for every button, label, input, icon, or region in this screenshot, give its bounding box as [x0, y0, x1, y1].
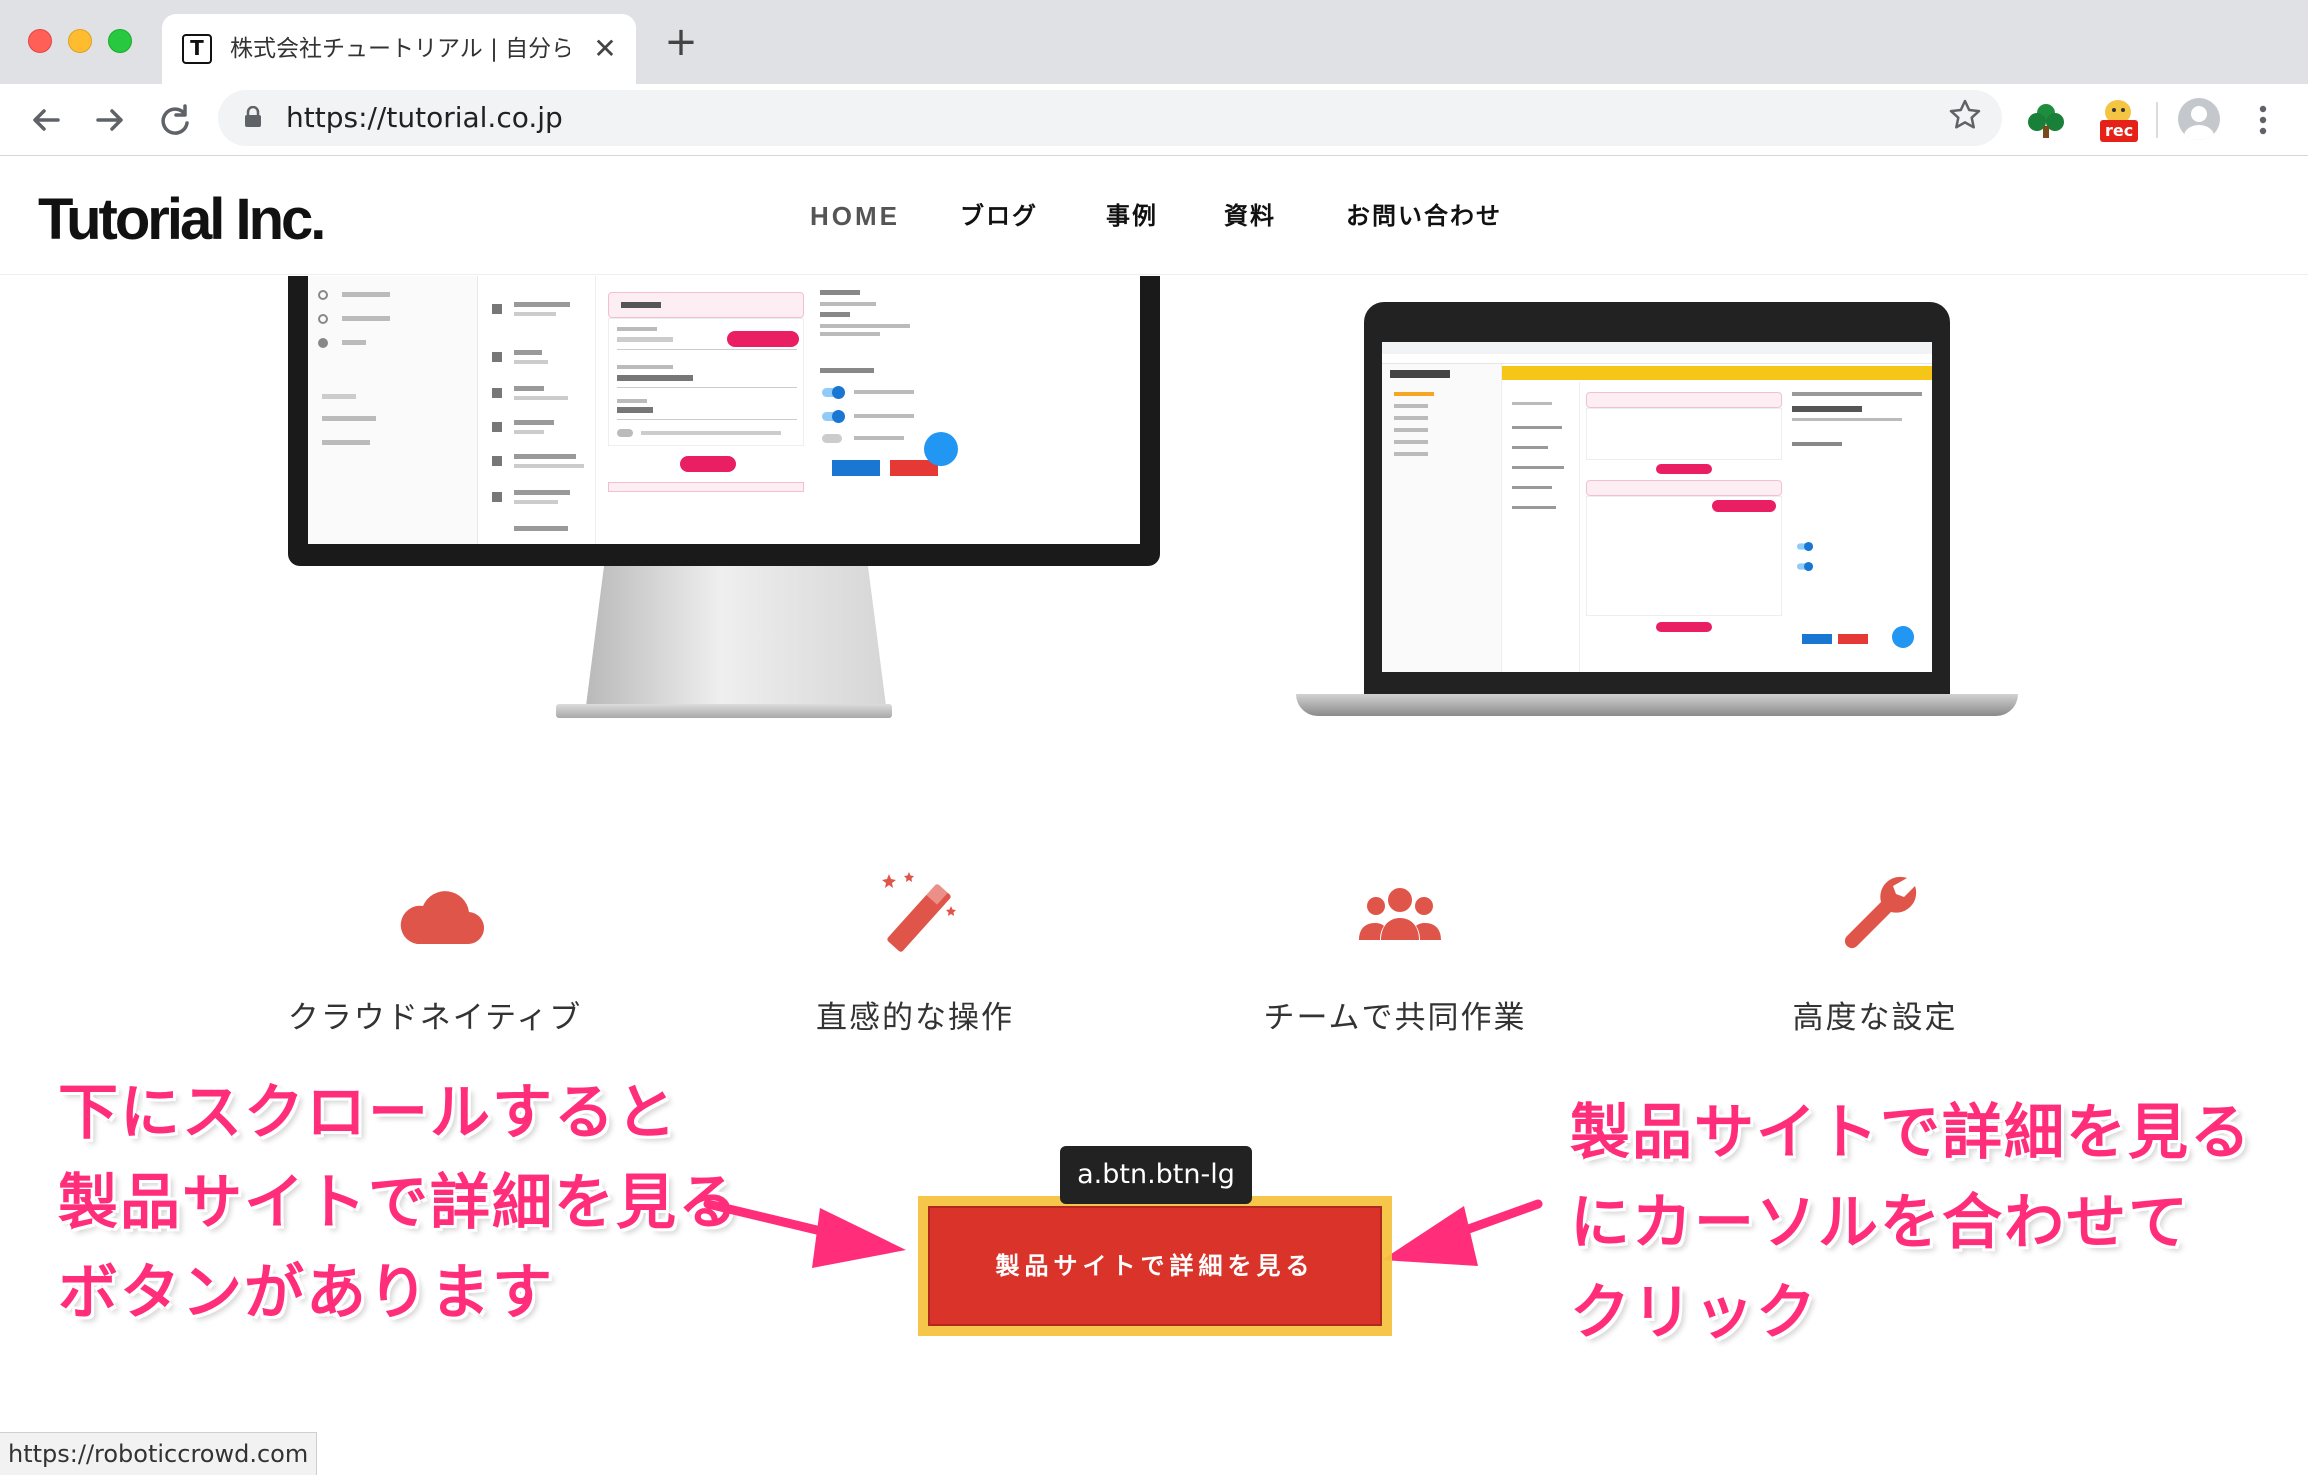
bookmark-star-icon[interactable]	[1948, 98, 1982, 141]
feature-label: 直感的な操作	[816, 1000, 1014, 1036]
magic-wand-icon	[882, 872, 956, 952]
site-logo[interactable]: Tutorial Inc.	[38, 187, 326, 253]
arrow-left-annotation-icon	[1382, 1199, 1543, 1266]
rec-badge: rec	[2100, 120, 2139, 142]
nav-documents[interactable]: 資料	[1224, 199, 1276, 233]
annotation-line: 製品サイトで詳細を見る	[1570, 1098, 2252, 1168]
close-window-button[interactable]	[28, 29, 52, 53]
annotation-right: 製品サイトで詳細を見る にカーソルを合わせて クリック	[1570, 1088, 2300, 1358]
hero-devices	[0, 276, 2308, 756]
tab-title: 株式会社チュートリアル | 自分らし	[230, 36, 570, 62]
kebab-menu-icon[interactable]	[2248, 98, 2278, 142]
reload-button[interactable]	[152, 98, 196, 142]
feature-cloud-native: クラウドネイティブ	[285, 870, 585, 1050]
feature-label: チームで共同作業	[1263, 1000, 1527, 1036]
browser-tab-active[interactable]: T 株式会社チュートリアル | 自分らし ✕	[162, 14, 636, 84]
tab-close-icon[interactable]: ✕	[590, 34, 620, 64]
annotation-line: 下にスクロールすると	[58, 1078, 678, 1148]
element-selector-tooltip: a.btn.btn-lg	[1060, 1146, 1252, 1204]
nav-contact[interactable]: お問い合わせ	[1346, 199, 1502, 233]
nav-cases[interactable]: 事例	[1106, 199, 1158, 233]
back-button[interactable]	[24, 98, 68, 142]
feature-label: クラウドネイティブ	[287, 1000, 583, 1036]
feature-label: 高度な設定	[1792, 1000, 1958, 1036]
nav-home[interactable]: HOME	[810, 199, 900, 233]
feature-advanced-settings: 高度な設定	[1725, 870, 2025, 1050]
address-bar[interactable]: https://tutorial.co.jp	[218, 90, 2002, 146]
feature-teamwork: チームで共同作業	[1245, 870, 1545, 1050]
wrench-icon	[1844, 876, 1917, 949]
link-status-bar: https://roboticcrowd.com	[0, 1432, 318, 1475]
minimize-window-button[interactable]	[68, 29, 92, 53]
browser-tab-bar: T 株式会社チュートリアル | 自分らし ✕ +	[0, 0, 2308, 84]
maximize-window-button[interactable]	[108, 29, 132, 53]
rec-extension-icon[interactable]: rec	[2092, 98, 2144, 144]
monitor-app-screenshot	[308, 276, 1140, 544]
lock-icon	[245, 106, 261, 127]
feature-intuitive: 直感的な操作	[765, 870, 1065, 1050]
nav-blog[interactable]: ブログ	[960, 199, 1038, 233]
team-icon	[1359, 888, 1441, 940]
annotation-left: 下にスクロールすると 製品サイトで詳細を見る ボタンがあります	[58, 1068, 758, 1338]
profile-icon[interactable]	[2178, 98, 2220, 140]
annotation-line: 製品サイトで詳細を見る	[58, 1168, 740, 1238]
monitor-foot	[556, 704, 892, 718]
url-text[interactable]: https://tutorial.co.jp	[286, 100, 563, 136]
forward-button[interactable]	[88, 98, 132, 142]
desktop-monitor-image	[288, 276, 1160, 566]
annotation-line: ボタンがあります	[58, 1258, 554, 1328]
annotation-line: クリック	[1570, 1278, 1818, 1348]
toolbar-separator	[2156, 102, 2158, 138]
product-site-details-button[interactable]: 製品サイトで詳細を見る	[928, 1206, 1382, 1326]
laptop-app-screenshot	[1382, 342, 1932, 672]
arrow-left-icon	[33, 109, 60, 131]
cloud-icon	[400, 891, 485, 945]
laptop-image	[1364, 302, 1950, 694]
monitor-stand	[586, 566, 886, 706]
site-header: Tutorial Inc. HOME ブログ 事例 資料 お問い合わせ	[0, 157, 2308, 275]
new-tab-button[interactable]: +	[664, 22, 698, 62]
arrow-right-annotation-icon	[703, 1199, 906, 1268]
arrow-right-icon	[96, 109, 123, 131]
site-favicon-icon: T	[182, 34, 212, 64]
tree-extension-icon[interactable]	[2026, 100, 2066, 140]
reload-icon	[161, 104, 189, 135]
laptop-base	[1296, 694, 2018, 716]
annotation-line: にカーソルを合わせて	[1570, 1188, 2190, 1258]
browser-toolbar: https://tutorial.co.jp rec	[0, 84, 2308, 156]
